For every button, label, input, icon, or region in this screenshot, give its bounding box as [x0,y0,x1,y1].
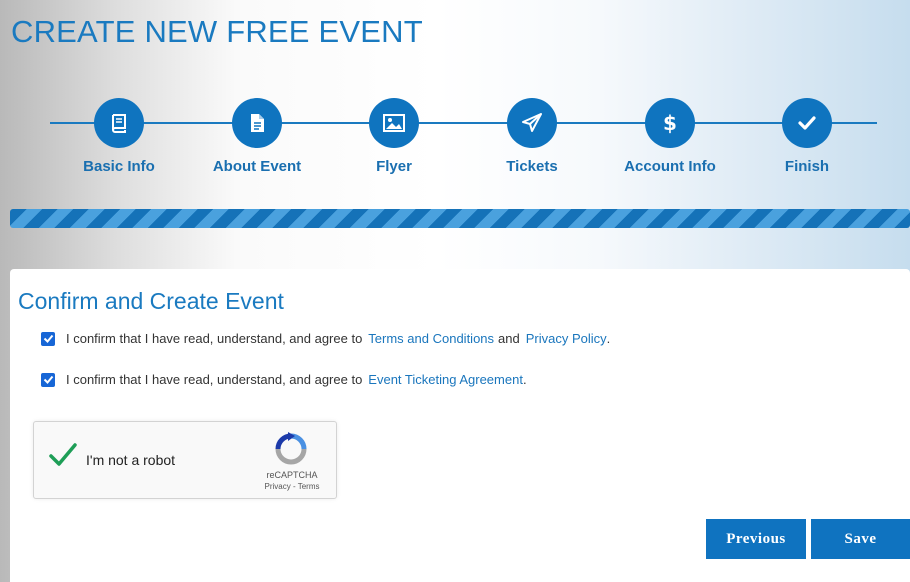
step-circle [94,98,144,148]
checkmark-icon [49,443,77,466]
step-tickets[interactable]: Tickets [462,98,602,175]
recaptcha-logo-icon [274,432,308,471]
privacy-policy-link[interactable]: Privacy Policy [526,331,607,346]
ticketing-agreement-link[interactable]: Event Ticketing Agreement [368,372,523,387]
confirm-card: Confirm and Create Event I confirm that … [10,269,910,582]
step-about-event[interactable]: About Event [187,98,327,175]
step-label: Account Info [624,158,716,175]
save-button[interactable]: Save [811,519,910,559]
agreement-text: I confirm that I have read, understand, … [66,372,363,387]
dollar-icon: $ [663,111,677,135]
checkmark-icon [798,116,816,130]
section-title: Confirm and Create Event [18,288,284,314]
step-finish[interactable]: Finish [737,98,877,175]
step-circle [507,98,557,148]
book-icon [112,114,126,133]
step-circle [232,98,282,148]
terms-agreement-row: I confirm that I have read, understand, … [41,331,610,346]
image-icon [383,114,405,132]
recaptcha-links: Privacy - Terms [252,482,332,491]
period-text: . [522,372,527,387]
step-flyer[interactable]: Flyer [324,98,464,175]
step-label: Flyer [376,158,412,175]
previous-button[interactable]: Previous [706,519,806,559]
checkmark-icon [43,334,53,343]
paper-plane-icon [522,113,542,132]
terms-checkbox[interactable] [41,331,55,346]
period-text: . [606,331,611,346]
step-label: About Event [212,158,302,175]
conjunction-text: and [498,331,520,346]
checkmark-icon [43,375,53,384]
recaptcha-widget: I'm not a robot reCAPTCHA Privacy - Term… [33,421,337,499]
step-label: Tickets [506,158,558,175]
document-icon [251,114,264,132]
progress-bar [10,209,910,228]
step-circle [369,98,419,148]
step-account-info[interactable]: $ Account Info [600,98,740,175]
recaptcha-terms-link[interactable]: Terms [298,482,320,491]
recaptcha-privacy-link[interactable]: Privacy [265,482,291,491]
progress-stepper: Basic Info About Event Flyer Tickets $ A… [0,0,910,200]
ticketing-agreement-checkbox[interactable] [41,372,55,387]
terms-link[interactable]: Terms and Conditions [368,331,494,346]
ticketing-agreement-row: I confirm that I have read, understand, … [41,372,527,387]
svg-text:$: $ [663,111,677,135]
step-circle [782,98,832,148]
recaptcha-checkbox[interactable] [48,442,78,473]
recaptcha-label: I'm not a robot [86,452,176,468]
recaptcha-brand: reCAPTCHA [266,470,318,480]
step-label: Basic Info [83,158,155,175]
step-basic-info[interactable]: Basic Info [49,98,189,175]
step-label: Finish [784,158,830,175]
recaptcha-separator: - [290,482,298,491]
step-circle: $ [645,98,695,148]
agreement-text: I confirm that I have read, understand, … [66,331,363,346]
